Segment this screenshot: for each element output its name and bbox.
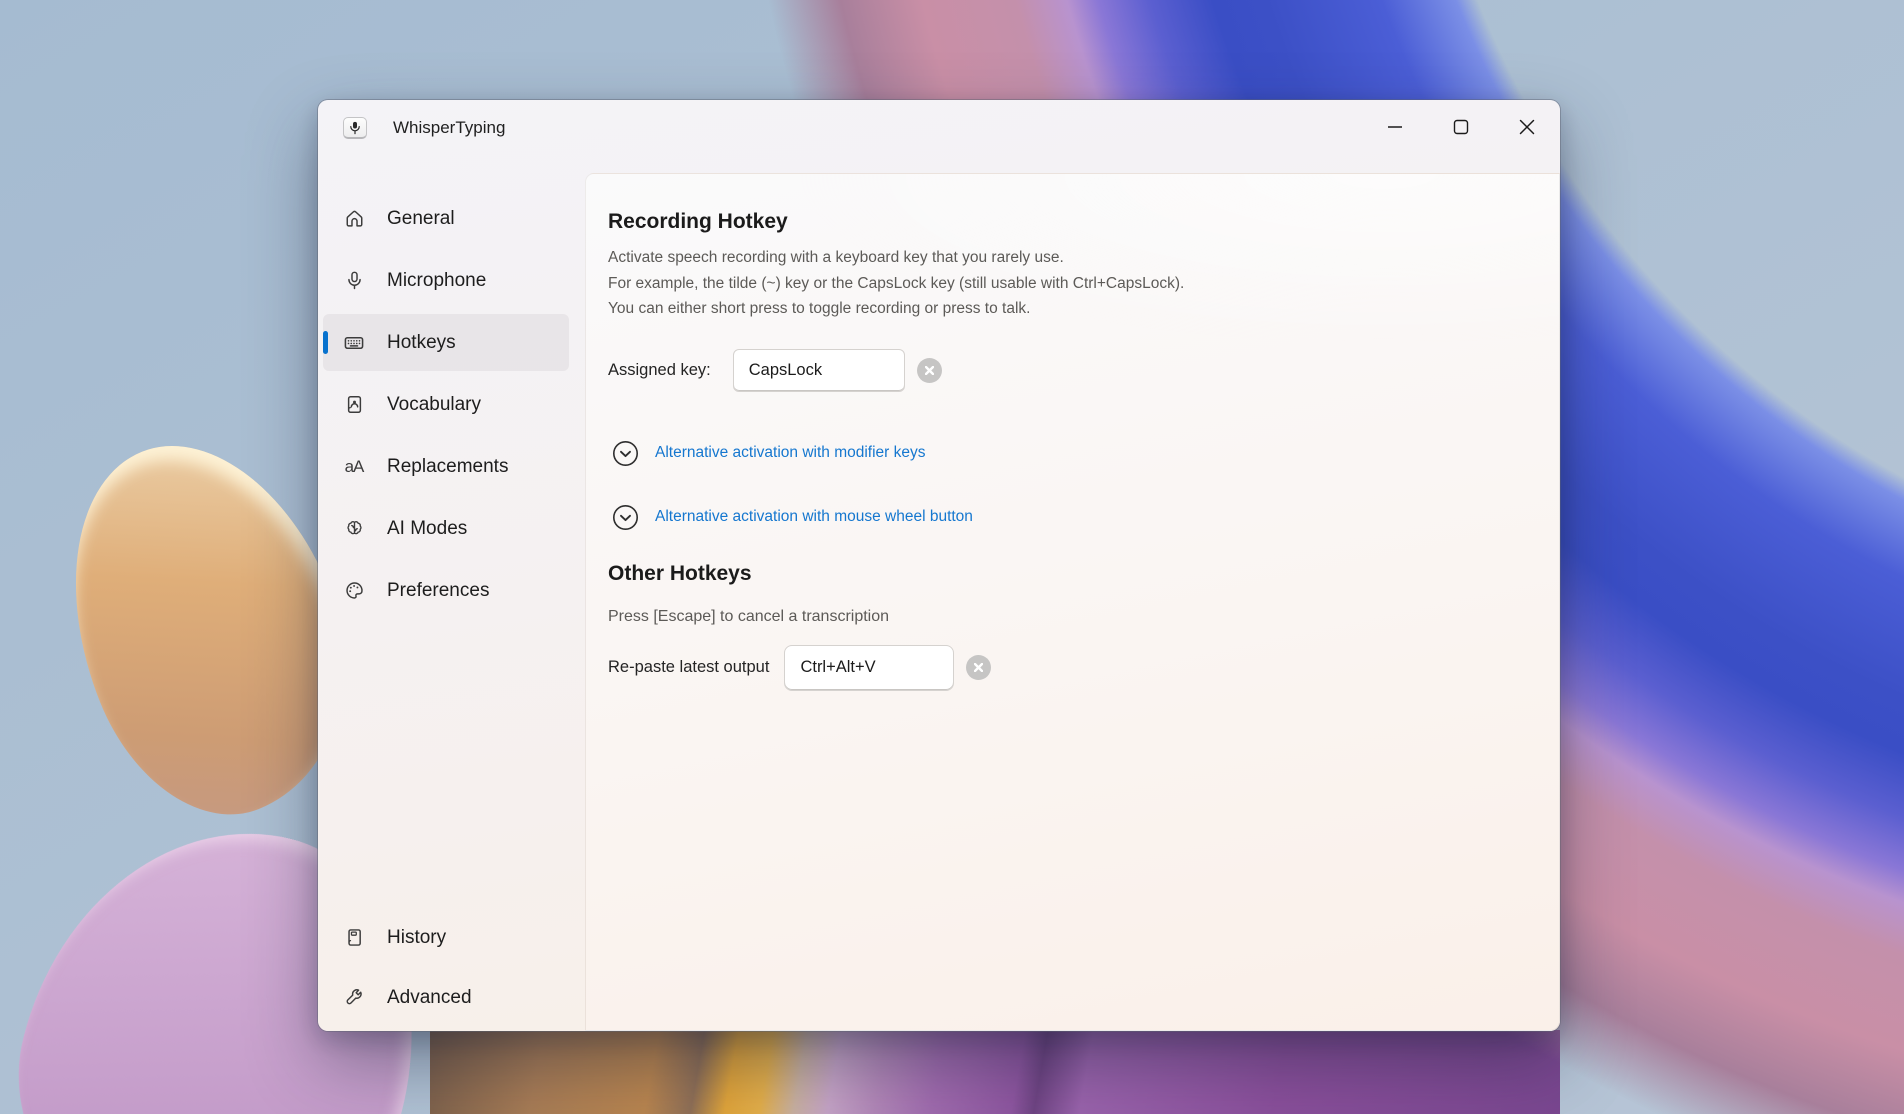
clear-repaste-hotkey-button[interactable]: [966, 655, 992, 680]
chevron-down-circle-icon: [613, 440, 638, 466]
minimize-icon: [1388, 126, 1402, 128]
brain-icon: [343, 518, 365, 540]
repaste-label: Re-paste latest output: [608, 658, 770, 676]
description-line: For example, the tilde (~) key or the Ca…: [608, 274, 1185, 292]
home-icon: [343, 208, 365, 230]
other-hotkeys-heading: Other Hotkeys: [608, 561, 752, 585]
clear-x-icon: [974, 663, 984, 672]
text-replace-icon: aA: [344, 456, 365, 476]
sidebar-item-label: Microphone: [387, 269, 487, 291]
sidebar-item-general[interactable]: General: [323, 190, 569, 247]
clear-x-icon: [924, 365, 934, 375]
recording-hotkey-heading: Recording Hotkey: [608, 210, 788, 233]
sidebar-item-label: History: [387, 926, 447, 948]
window-controls: [1372, 108, 1550, 146]
microphone-icon: [350, 121, 360, 134]
sidebar-item-label: AI Modes: [387, 517, 468, 539]
sidebar-item-replacements[interactable]: aA Replacements: [323, 438, 569, 495]
palette-icon: [343, 580, 365, 602]
sidebar-item-vocabulary[interactable]: Vocabulary: [323, 376, 569, 433]
repaste-hotkey-input[interactable]: [784, 644, 955, 691]
keyboard-icon: [343, 332, 365, 354]
titlebar[interactable]: WhisperTyping: [318, 100, 1560, 156]
history-book-icon: [343, 927, 365, 949]
sidebar-item-label: Preferences: [387, 579, 490, 601]
repaste-row: Re-paste latest output: [608, 644, 1529, 691]
expander-label: Alternative activation with mouse wheel …: [655, 508, 973, 525]
sidebar-item-label: Advanced: [387, 986, 472, 1008]
maximize-icon: [1453, 119, 1469, 135]
expander-label: Alternative activation with modifier key…: [655, 444, 926, 461]
window-title: WhisperTyping: [393, 118, 506, 137]
sidebar-item-preferences[interactable]: Preferences: [323, 562, 569, 619]
app-window: WhisperTyping General Microphone Hotkeys…: [318, 100, 1560, 1031]
wrench-icon: [343, 987, 365, 1009]
assigned-key-label: Assigned key:: [608, 360, 711, 379]
sidebar-item-label: Hotkeys: [387, 331, 456, 353]
sidebar-item-label: General: [387, 207, 455, 229]
sidebar: General Microphone Hotkeys Vocabulary aA: [318, 156, 585, 1031]
sidebar-item-label: Replacements: [387, 455, 509, 477]
sidebar-item-microphone[interactable]: Microphone: [323, 252, 569, 309]
vocabulary-book-icon: [343, 394, 365, 416]
microphone-icon: [343, 270, 365, 292]
minimize-button[interactable]: [1372, 108, 1418, 146]
recording-hotkey-description: Activate speech recording with a keyboar…: [608, 245, 1529, 322]
sidebar-item-history[interactable]: History: [323, 909, 569, 966]
assigned-key-input[interactable]: [732, 348, 905, 392]
clear-assigned-key-button[interactable]: [916, 357, 942, 383]
maximize-button[interactable]: [1438, 108, 1484, 146]
settings-content-panel: Recording Hotkey Activate speech recordi…: [585, 173, 1560, 1031]
close-icon: [1519, 119, 1535, 135]
assigned-key-row: Assigned key:: [608, 348, 1529, 392]
description-line: You can either short press to toggle rec…: [608, 300, 1031, 317]
chevron-down-circle-icon: [613, 504, 638, 530]
sidebar-item-hotkeys[interactable]: Hotkeys: [323, 314, 569, 371]
sidebar-item-label: Vocabulary: [387, 393, 482, 415]
app-icon: [343, 117, 367, 139]
sidebar-item-ai-modes[interactable]: AI Modes: [323, 500, 569, 557]
sidebar-item-advanced[interactable]: Advanced: [323, 969, 569, 1026]
escape-hint-text: Press [Escape] to cancel a transcription: [608, 607, 890, 625]
expander-mouse-wheel[interactable]: Alternative activation with mouse wheel …: [612, 504, 973, 531]
expander-modifier-keys[interactable]: Alternative activation with modifier key…: [612, 440, 926, 467]
description-line: Activate speech recording with a keyboar…: [608, 249, 1064, 266]
close-button[interactable]: [1504, 108, 1550, 146]
